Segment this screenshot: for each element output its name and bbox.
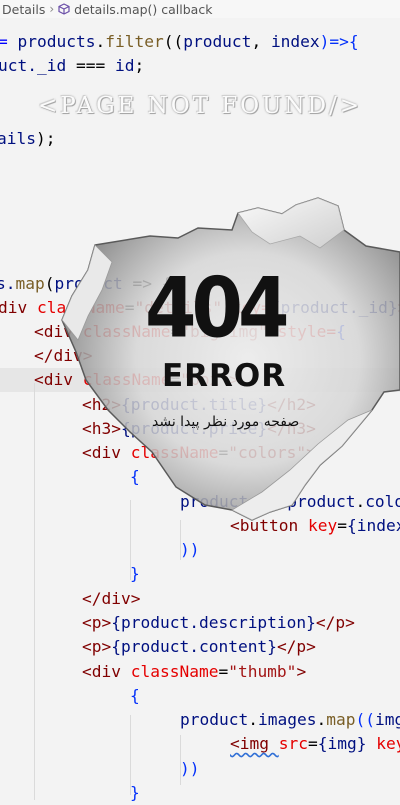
code-line: <div className="thumb">: [82, 662, 307, 681]
method-cube-icon: [58, 3, 70, 15]
code-line: <p>{product.description}</p>: [82, 613, 355, 632]
code-line: uct._id === id;: [0, 56, 145, 75]
code-line: {: [130, 686, 140, 705]
error-label: ERROR: [162, 358, 287, 394]
code-editor[interactable]: = products.filter((product, index)=>{ uc…: [0, 20, 400, 802]
code-line: )): [180, 540, 200, 559]
breadcrumb-item-callback[interactable]: details.map() callback: [74, 2, 212, 17]
code-line: </div>: [82, 589, 141, 608]
code-line: }: [130, 783, 140, 802]
breadcrumb: Details › details.map() callback: [0, 0, 400, 18]
code-line: {: [130, 467, 140, 486]
chevron-right-icon: ›: [49, 2, 55, 16]
code-line: }: [130, 564, 140, 583]
page-not-found-watermark: <PAGE NOT FOUND/>: [38, 93, 363, 119]
indent-guide: [34, 383, 35, 800]
code-line: product.images.map((img: [180, 710, 400, 729]
code-line: </div>: [34, 346, 93, 365]
code-line: <div className="colors">: [82, 443, 316, 462]
code-line: <img src={img} key: [230, 734, 400, 753]
error-message-persian: صفحه مورد نظر پیدا نشد: [152, 414, 300, 430]
breadcrumb-item-details[interactable]: Details: [2, 2, 45, 17]
code-line: product && product.colo: [180, 492, 400, 511]
error-code-404: 404: [145, 260, 289, 357]
code-line: )): [180, 759, 200, 778]
code-line: ails);: [0, 129, 56, 148]
code-line: <p>{product.content}</p>: [82, 637, 316, 656]
code-line: <button key={index: [230, 516, 400, 535]
code-line: = products.filter((product, index)=>{: [0, 32, 359, 51]
